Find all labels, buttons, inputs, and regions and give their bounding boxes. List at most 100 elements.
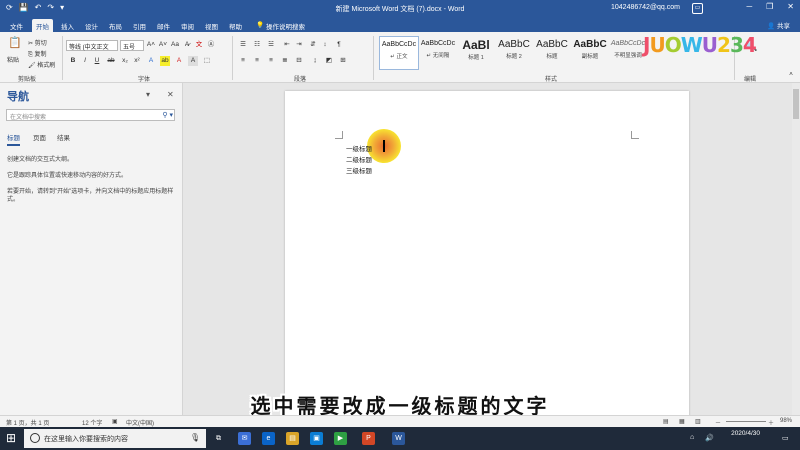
format-painter-button[interactable]: 🖌 格式刷 <box>28 60 55 69</box>
zoom-in-icon[interactable]: ＋ <box>768 418 774 427</box>
zoom-out-icon[interactable]: － <box>715 418 721 427</box>
scrollbar-thumb[interactable] <box>793 89 799 119</box>
mail-app-icon[interactable]: ✉ <box>238 432 251 445</box>
phonetic-guide-icon[interactable]: 文 <box>194 40 204 50</box>
proofing-icon[interactable]: ▣ <box>112 418 118 425</box>
tab-layout[interactable]: 布局 <box>105 19 126 32</box>
share-button[interactable]: 👤 共享 <box>767 20 790 30</box>
align-left-icon[interactable]: ≡ <box>238 56 248 66</box>
ribbon-display-options-icon[interactable]: ▭ <box>692 3 703 14</box>
align-right-icon[interactable]: ≡ <box>266 56 276 66</box>
nav-tab-headings[interactable]: 标题 <box>7 132 20 146</box>
subscript-icon[interactable]: x₂ <box>120 56 130 66</box>
bullets-icon[interactable]: ☰ <box>238 40 248 50</box>
bold-icon[interactable]: B <box>68 56 78 66</box>
print-layout-icon[interactable]: ▦ <box>679 418 685 425</box>
change-case-icon[interactable]: Aa <box>170 40 180 50</box>
italic-icon[interactable]: I <box>80 56 90 66</box>
paste-icon[interactable]: 📋 <box>8 38 22 52</box>
style-subtle-emphasis[interactable]: AaBbCcDc 不明显强调 <box>608 36 648 70</box>
microphone-icon[interactable]: 🎙 <box>190 433 200 442</box>
word-app-icon[interactable]: W <box>392 432 405 445</box>
distributed-icon[interactable]: ⊟ <box>294 56 304 66</box>
document-page[interactable]: 一级标题 二级标题 三级标题 <box>285 91 689 421</box>
page-count[interactable]: 第 1 页，共 1 页 <box>6 418 49 427</box>
shrink-font-icon[interactable]: A˅ <box>158 40 168 50</box>
close-icon[interactable]: ✕ <box>787 2 794 11</box>
maximize-icon[interactable]: ❐ <box>766 2 773 11</box>
style-title[interactable]: AaBbC 标题 <box>532 36 572 70</box>
notification-icon[interactable]: ▭ <box>782 434 789 442</box>
zoom-level[interactable]: 98% <box>780 418 792 424</box>
increase-indent-icon[interactable]: ⇥ <box>294 40 304 50</box>
volume-icon[interactable]: 🔊 <box>705 434 714 442</box>
windows-start-icon[interactable]: ⊞ <box>6 431 16 445</box>
font-size-dropdown[interactable]: 五号 <box>120 40 144 51</box>
account-name[interactable]: 1042486742@qq.com <box>611 4 680 11</box>
nav-search-input[interactable]: 在文档中搜索 <box>6 109 175 121</box>
decrease-indent-icon[interactable]: ⇤ <box>282 40 292 50</box>
minimize-icon[interactable]: ─ <box>746 2 752 11</box>
enclose-char-icon[interactable]: Ⓐ <box>206 40 216 50</box>
show-marks-icon[interactable]: ¶ <box>334 40 344 50</box>
tab-help[interactable]: 帮助 <box>225 19 246 32</box>
vertical-scrollbar[interactable] <box>792 83 800 415</box>
tab-design[interactable]: 设计 <box>81 19 102 32</box>
nav-close-icon[interactable]: ✕ <box>167 90 174 99</box>
shading-icon[interactable]: ◩ <box>324 56 334 66</box>
edge-browser-icon[interactable]: e <box>262 432 275 445</box>
taskbar-clock[interactable]: 2020/4/30 <box>731 430 760 438</box>
tab-home[interactable]: 开始 <box>32 19 53 32</box>
copy-button[interactable]: ⎘ 复制 <box>28 49 46 59</box>
tab-view[interactable]: 视图 <box>201 19 222 32</box>
sort-icon[interactable]: ↕ <box>320 40 330 50</box>
network-icon[interactable]: ⌂ <box>690 434 694 441</box>
font-name-dropdown[interactable]: 等线 (中文正文 <box>66 40 118 51</box>
nav-tab-pages[interactable]: 页面 <box>33 132 46 142</box>
style-normal[interactable]: AaBbCcDc ↵ 正文 <box>379 36 419 70</box>
tab-file[interactable]: 文件 <box>6 19 27 32</box>
media-app-icon[interactable]: ▶ <box>334 432 347 445</box>
document-line-heading3[interactable]: 三级标题 <box>346 165 372 175</box>
clear-format-icon[interactable]: A̷ <box>182 40 192 50</box>
grow-font-icon[interactable]: A˄ <box>146 40 156 50</box>
justify-icon[interactable]: ≣ <box>280 56 290 66</box>
underline-icon[interactable]: U <box>92 56 102 66</box>
text-effects-icon[interactable]: A <box>146 56 156 66</box>
store-app-icon[interactable]: ▣ <box>310 432 323 445</box>
style-no-spacing[interactable]: AaBbCcDc ↵ 无间隔 <box>418 36 458 70</box>
file-explorer-icon[interactable]: ▤ <box>286 432 299 445</box>
char-shading-icon[interactable]: A <box>188 56 198 66</box>
tell-me-search[interactable]: 操作说明搜索 <box>262 19 309 32</box>
style-heading-2[interactable]: AaBbC 标题 2 <box>494 36 534 70</box>
numbering-icon[interactable]: ☷ <box>252 40 262 50</box>
language-indicator[interactable]: 中文(中国) <box>126 418 154 427</box>
cortana-icon[interactable] <box>30 433 40 443</box>
highlight-icon[interactable]: ab <box>160 56 170 66</box>
strikethrough-icon[interactable]: ab <box>106 56 116 66</box>
borders-icon[interactable]: ⊞ <box>338 56 348 66</box>
zoom-slider[interactable] <box>726 421 766 422</box>
document-line-heading1[interactable]: 一级标题 <box>346 143 372 153</box>
paste-button[interactable]: 粘贴 <box>7 55 19 64</box>
align-center-icon[interactable]: ≡ <box>252 56 262 66</box>
tab-review[interactable]: 审阅 <box>177 19 198 32</box>
multilevel-list-icon[interactable]: ☱ <box>266 40 276 50</box>
read-mode-icon[interactable]: ▤ <box>663 418 669 425</box>
collapse-ribbon-icon[interactable]: ˄ <box>786 70 796 80</box>
tab-references[interactable]: 引用 <box>129 19 150 32</box>
style-subtitle[interactable]: AaBbC 副标题 <box>570 36 610 70</box>
style-heading-1[interactable]: AaBl 标题 1 <box>456 36 496 70</box>
search-icon[interactable]: ⚲ ▾ <box>162 111 173 119</box>
word-count[interactable]: 12 个字 <box>82 418 102 427</box>
char-border-icon[interactable]: ⬚ <box>202 56 212 66</box>
nav-tab-results[interactable]: 结果 <box>57 132 70 142</box>
document-line-heading2[interactable]: 二级标题 <box>346 154 372 164</box>
superscript-icon[interactable]: x² <box>132 56 142 66</box>
task-view-icon[interactable]: ⧉ <box>212 432 225 445</box>
nav-options-icon[interactable]: ▾ <box>146 90 150 99</box>
web-layout-icon[interactable]: ▥ <box>695 418 701 425</box>
tab-mailings[interactable]: 邮件 <box>153 19 174 32</box>
taskbar-search-input[interactable]: 在这里输入你要搜索的内容 <box>24 429 206 448</box>
line-spacing-icon[interactable]: ↨ <box>310 56 320 66</box>
